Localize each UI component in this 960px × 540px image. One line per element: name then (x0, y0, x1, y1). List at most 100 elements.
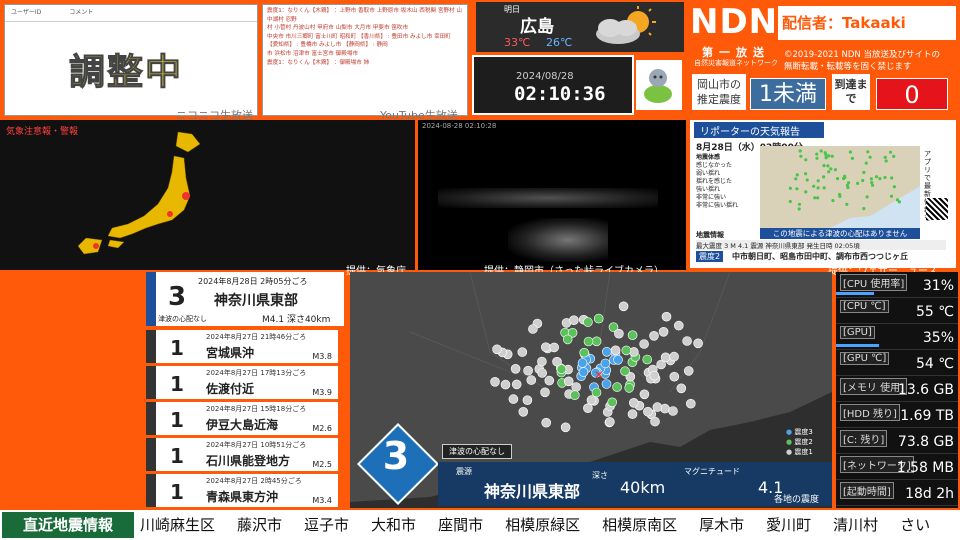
station-dot (583, 403, 593, 413)
station-dot (621, 345, 632, 356)
comment-line: 村 小菅村 丹波山村 甲府市 山梨市 大月市 甲斐市 笛吹市 (267, 25, 409, 32)
mascot-icon (636, 60, 682, 110)
report-dot (848, 150, 852, 154)
station-dot (658, 326, 669, 337)
station-dot (683, 366, 694, 376)
station-dot (676, 383, 687, 394)
intensity-diamond: 3 (356, 422, 440, 506)
station-dot (669, 351, 679, 362)
report-dot (795, 173, 799, 177)
cities-list: 中市朝日町、昭島市田中町、調布市西つつじヶ丘 (732, 252, 908, 261)
report-dot (871, 183, 875, 187)
stat-row: [CPU ℃] 55 ℃ (836, 298, 958, 324)
japan-map (77, 131, 201, 255)
report-dot (816, 179, 820, 183)
legend-item: 非常に強い (696, 194, 727, 201)
reporter-header: リポーターの天気報告 (694, 122, 824, 138)
report-dot (869, 177, 873, 181)
report-dot (824, 155, 828, 159)
stat-value: 54 ℃ (916, 356, 954, 372)
report-dot (850, 156, 854, 160)
report-dot (788, 199, 792, 204)
station-dot (605, 417, 615, 427)
station-dot (639, 339, 649, 349)
station-dot (490, 377, 500, 387)
report-dot (845, 202, 849, 206)
station-dot (541, 417, 551, 428)
stat-row: [ネットワーク] 1.58 MB (836, 454, 958, 480)
history-intensity: 1 (170, 336, 184, 360)
latest-quake-card[interactable]: 3 2024年8月28日 2時05分ごろ 神奈川県東部 津波の心配なし M4.1… (146, 272, 344, 326)
report-dot (892, 154, 896, 158)
stat-label: [起動時間] (840, 482, 894, 499)
report-dot (804, 172, 808, 176)
latest-place: 神奈川県東部 (214, 293, 298, 309)
station-dot (660, 352, 671, 363)
ticker-city: 相模原南区 (602, 516, 678, 534)
quake-history-item[interactable]: 1 2024年8月27日 21時46分ごろ 宮城県沖 M3.8 (146, 330, 338, 363)
streamer-label: 配信者：Takaaki (778, 6, 956, 40)
report-dot (890, 176, 894, 180)
report-dot (794, 177, 798, 181)
report-dot (897, 200, 901, 204)
legend-title: 地震体感 (696, 154, 721, 161)
station-dot (661, 311, 672, 322)
station-dot (652, 402, 663, 412)
adjusting-status: 調整中 (68, 52, 184, 94)
station-dot (541, 342, 551, 352)
stat-row: [CPU 使用率] 31% (836, 272, 958, 298)
youtube-comment-panel: 震度1：なりくん【木鶏】 ：上野市 香取市 上野原市 坂木山 西税関 宮野村 山… (262, 4, 468, 116)
history-datetime: 2024年8月27日 2時45分ごろ (206, 477, 302, 485)
report-dot (827, 170, 831, 174)
report-dot (888, 150, 893, 154)
quake-intensity-map: ✕ ● 震度3 ● 震度2 ● 震度1 3 津波の心配なし 震源 神奈川県東部 … (350, 272, 832, 508)
station-dot (614, 328, 624, 339)
clock-date: 2024/08/28 (516, 71, 574, 82)
history-datetime: 2024年8月27日 15時18分ごろ (206, 405, 307, 413)
station-dot (560, 422, 571, 433)
station-dot (537, 368, 547, 378)
epicenter-name: 神奈川県東部 (484, 482, 581, 501)
report-dot (798, 149, 802, 153)
kanto-report-map (760, 146, 920, 228)
report-dot (866, 150, 870, 154)
depth-label: 深さ (592, 471, 608, 480)
history-mag: M3.9 (312, 388, 332, 397)
comment-line: 【愛知県】 : 豊橋市 みよし市 【静岡県】 : 静岡 (267, 42, 388, 49)
station-dot (583, 317, 593, 327)
quake-history-item[interactable]: 1 2024年8月27日 17時13分ごろ 佐渡付近 M3.9 (146, 366, 338, 399)
station-dot (511, 379, 522, 390)
station-dot (591, 336, 602, 347)
station-dot (537, 356, 547, 367)
report-dot (883, 155, 887, 159)
ticker-city: 座間市 (438, 516, 484, 534)
stat-value: 18d 2h (905, 486, 954, 502)
ndn-logo: NDN (690, 2, 779, 42)
history-intensity: 1 (170, 372, 184, 396)
quake-history-item[interactable]: 1 2024年8月27日 10時51分ごろ 石川県能登地方 M2.5 (146, 438, 338, 471)
station-dot (528, 324, 538, 334)
report-dot (856, 181, 860, 185)
quake-list: 3 2024年8月28日 2時05分ごろ 神奈川県東部 津波の心配なし M4.1… (146, 272, 346, 508)
history-mag: M3.8 (312, 352, 332, 361)
station-dot (517, 347, 528, 357)
legend-item: 揺れを感じた (696, 178, 733, 185)
history-intensity: 1 (170, 480, 184, 504)
live-camera: 2024-08-28 02:10:28 提供：静岡市（さった峠ライブカメラ） (418, 120, 686, 277)
station-dot (563, 376, 574, 387)
quake-info-bar: 震源 神奈川県東部 深さ 40km マグニチュード 4.1 各地の震度 (438, 462, 832, 506)
report-dot (812, 184, 816, 188)
station-dot (540, 387, 550, 398)
station-dot (578, 367, 589, 377)
quake-history-item[interactable]: 1 2024年8月27日 15時18分ごろ 伊豆大島近海 M2.6 (146, 402, 338, 435)
report-dot (892, 185, 896, 189)
comment-line: 震度1：なりくん【木鶏】 ：御殿場市 姉 (267, 59, 370, 66)
channel-sub: 自然災害報道ネットワーク (694, 59, 778, 67)
station-dot (508, 394, 519, 404)
ticker-city: 大和市 (371, 516, 417, 534)
quake-history-item[interactable]: 1 2024年8月27日 2時45分ごろ 青森県東方沖 M3.4 (146, 474, 338, 507)
report-dot (805, 178, 809, 182)
report-dot (815, 156, 819, 160)
report-dot (833, 168, 837, 172)
stat-row: [GPU] 35% (836, 324, 958, 350)
